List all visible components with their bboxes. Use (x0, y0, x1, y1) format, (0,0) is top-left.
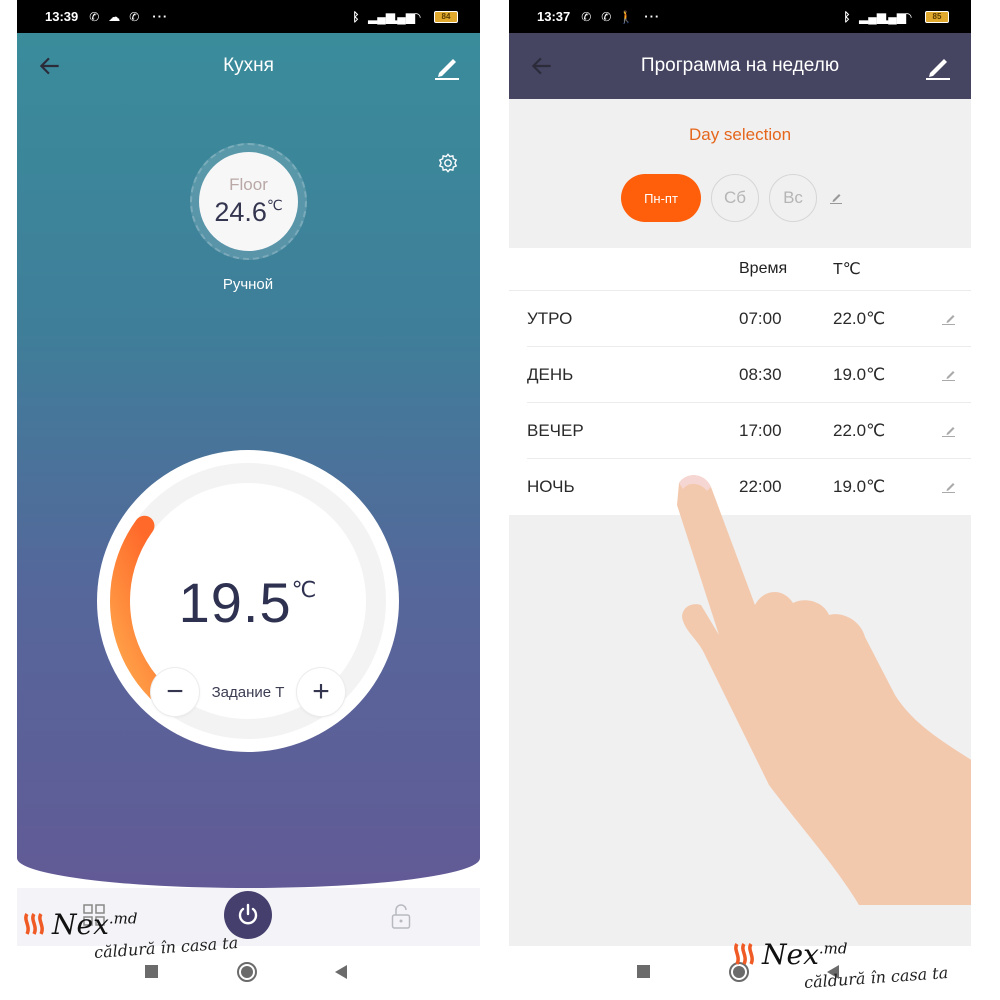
signal-icon: ▂▄▆ (368, 9, 395, 24)
walking-icon: 🚶 (618, 9, 634, 24)
viber-icon: ✆ (89, 9, 100, 24)
signal-icon: ▂▄▆ (388, 9, 415, 24)
setpoint-value: 19.5 (178, 571, 292, 634)
day-button-weekdays[interactable]: Пн-пт (621, 174, 701, 222)
edit-row-icon[interactable] (939, 311, 959, 327)
power-button[interactable] (224, 891, 272, 939)
status-bar: 13:39 ✆ ☁ ✆ ··· ᛒ ▂▄▆ ▂▄▆ ◠ 84 (17, 0, 480, 33)
signal-icon: ▂▄▆ (879, 9, 906, 24)
period-temperature: 22.0℃ (833, 308, 886, 328)
column-header-temperature: T℃ (833, 261, 861, 278)
signal-icon: ▂▄▆ (859, 9, 886, 24)
home-button[interactable] (237, 962, 257, 982)
bluetooth-icon: ᛒ (843, 9, 851, 24)
edit-pencil-icon[interactable] (923, 51, 953, 81)
system-back-button[interactable] (335, 965, 347, 979)
system-navigation-bar (17, 946, 480, 1000)
schedule-row[interactable]: ВЕЧЕР 17:00 22.0℃ (527, 403, 971, 459)
floor-label: Floor (229, 175, 268, 194)
top-bar: Кухня (17, 33, 480, 99)
wifi-icon: ◠ (902, 9, 912, 24)
schedule-row[interactable]: УТРО 07:00 22.0℃ (527, 291, 971, 347)
settings-gear-icon[interactable] (437, 152, 459, 174)
setpoint-temperature: 19.5℃ (97, 570, 399, 635)
setpoint-unit: ℃ (291, 577, 318, 602)
period-name: ДЕНЬ (527, 364, 574, 384)
day-button-saturday[interactable]: Сб (711, 174, 759, 222)
edit-row-icon[interactable] (939, 367, 959, 383)
period-time: 07:00 (739, 308, 782, 328)
viber-icon: ✆ (601, 9, 612, 24)
grid-icon[interactable] (83, 904, 105, 926)
page-title: Программа на неделю (640, 55, 840, 76)
viber-icon: ✆ (129, 9, 140, 24)
edit-days-icon[interactable] (829, 191, 843, 205)
back-arrow-icon[interactable] (37, 53, 63, 79)
day-selector: Пн-пт Сб Вс (509, 174, 971, 222)
period-name: УТРО (527, 308, 573, 328)
status-bar: 13:37 ✆ ✆ 🚶 ··· ᛒ ▂▄▆ ▂▄▆ ◠ 85 (509, 0, 971, 33)
system-back-button[interactable] (827, 965, 839, 979)
home-button[interactable] (729, 962, 749, 982)
recents-button[interactable] (637, 965, 650, 978)
floor-temperature: 24.6℃ (214, 197, 282, 228)
increase-temperature-button[interactable]: + (297, 668, 345, 716)
period-time: 17:00 (739, 420, 782, 440)
edit-pencil-icon[interactable] (432, 51, 462, 81)
floor-temperature-value: 24.6 (214, 197, 267, 227)
status-time: 13:39 (45, 9, 79, 24)
wifi-icon: ◠ (411, 9, 421, 24)
period-time: 08:30 (739, 364, 782, 384)
pointing-hand-image (677, 475, 971, 905)
bluetooth-icon: ᛒ (352, 9, 360, 24)
edit-row-icon[interactable] (939, 423, 959, 439)
period-name: ВЕЧЕР (527, 420, 584, 440)
status-time: 13:37 (537, 9, 571, 24)
schedule-row[interactable]: ДЕНЬ 08:30 19.0℃ (527, 347, 971, 403)
back-arrow-icon[interactable] (529, 53, 555, 79)
day-selection-title: Day selection (688, 125, 792, 144)
top-bar: Программа на неделю (509, 33, 971, 99)
day-button-sunday[interactable]: Вс (769, 174, 817, 222)
battery-icon: 85 (925, 10, 949, 23)
mode-label: Ручной (222, 276, 274, 293)
floor-temperature-unit: ℃ (266, 197, 283, 213)
page-title: Кухня (223, 55, 274, 76)
setpoint-label: Задание T (211, 684, 285, 701)
schedule-header: Время T℃ (509, 248, 971, 291)
power-icon (238, 903, 258, 925)
system-navigation-bar (509, 946, 971, 1000)
recents-button[interactable] (145, 965, 158, 978)
period-temperature: 22.0℃ (833, 420, 886, 440)
column-header-time: Время (739, 260, 788, 277)
viber-icon: ✆ (581, 9, 592, 24)
battery-icon: 84 (434, 10, 458, 23)
more-notifications-icon: ··· (152, 9, 169, 24)
period-temperature: 19.0℃ (833, 364, 886, 384)
setpoint-dial[interactable]: 19.5℃ − Задание T + (97, 450, 399, 752)
cloud-icon: ☁ (108, 9, 121, 24)
weekly-program-screen: 13:37 ✆ ✆ 🚶 ··· ᛒ ▂▄▆ ▂▄▆ ◠ 85 Программа… (509, 0, 971, 1000)
thermostat-screen: 13:39 ✆ ☁ ✆ ··· ᛒ ▂▄▆ ▂▄▆ ◠ 84 Кухня Flo… (17, 0, 480, 1000)
floor-sensor-display: Floor 24.6℃ (199, 152, 298, 251)
more-notifications-icon: ··· (644, 9, 661, 24)
unlock-icon[interactable] (391, 904, 411, 930)
